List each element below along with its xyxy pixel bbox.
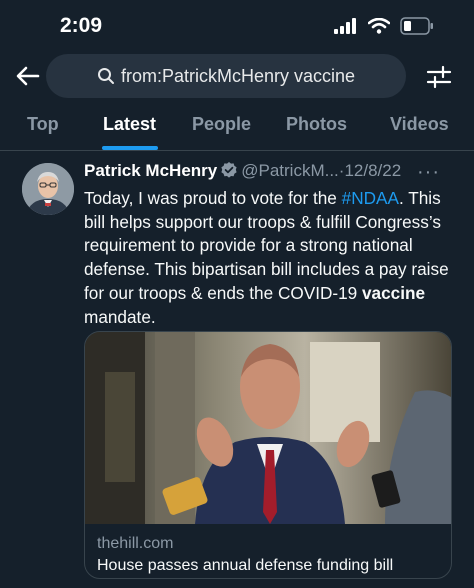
filter-sliders-icon[interactable]: [426, 64, 452, 90]
search-input[interactable]: from:PatrickMcHenry vaccine: [46, 54, 406, 98]
tweet-date[interactable]: 12/8/22: [344, 161, 401, 180]
status-bar: 2:09: [0, 0, 474, 52]
wifi-icon: [368, 18, 390, 34]
tab-latest[interactable]: Latest: [103, 114, 156, 135]
tweet-text-part3: mandate.: [84, 306, 156, 327]
hashtag-link[interactable]: #NDAA: [342, 188, 399, 208]
active-tab-indicator: [102, 146, 158, 150]
status-icons: [334, 17, 434, 35]
tweet-text-part1: Today, I was proud to vote for the: [84, 188, 342, 208]
tab-top[interactable]: Top: [27, 114, 59, 135]
back-arrow-icon[interactable]: [14, 62, 42, 90]
search-tabs: Top Latest People Photos Videos: [0, 104, 474, 151]
card-domain: thehill.com: [97, 535, 174, 552]
avatar[interactable]: [22, 163, 74, 215]
verified-badge-icon: [221, 162, 237, 178]
search-icon: [97, 68, 114, 84]
author-name[interactable]: Patrick McHenry: [84, 161, 217, 180]
link-card[interactable]: thehill.com House passes annual defense …: [84, 331, 452, 579]
highlighted-term: vaccine: [362, 282, 426, 303]
search-query: from:PatrickMcHenry vaccine: [120, 65, 356, 86]
tweet[interactable]: Patrick McHenry @PatrickM...·12/8/22 ···…: [0, 151, 474, 588]
search-row: from:PatrickMcHenry vaccine: [0, 52, 474, 102]
card-title: House passes annual defense funding bill: [97, 557, 394, 574]
author-handle: @PatrickM...: [241, 161, 339, 180]
tab-photos[interactable]: Photos: [286, 114, 347, 135]
more-options-icon[interactable]: ···: [417, 161, 440, 184]
tweet-header: Patrick McHenry @PatrickM...·12/8/22 ···: [84, 161, 458, 185]
cellular-signal-icon: [334, 18, 356, 34]
card-photo: [85, 332, 451, 524]
tab-videos[interactable]: Videos: [390, 114, 449, 135]
status-time: 2:09: [60, 14, 103, 37]
tweet-text: Today, I was proud to vote for the #NDAA…: [84, 187, 458, 329]
battery-icon: [400, 17, 433, 35]
tab-people[interactable]: People: [192, 114, 251, 135]
